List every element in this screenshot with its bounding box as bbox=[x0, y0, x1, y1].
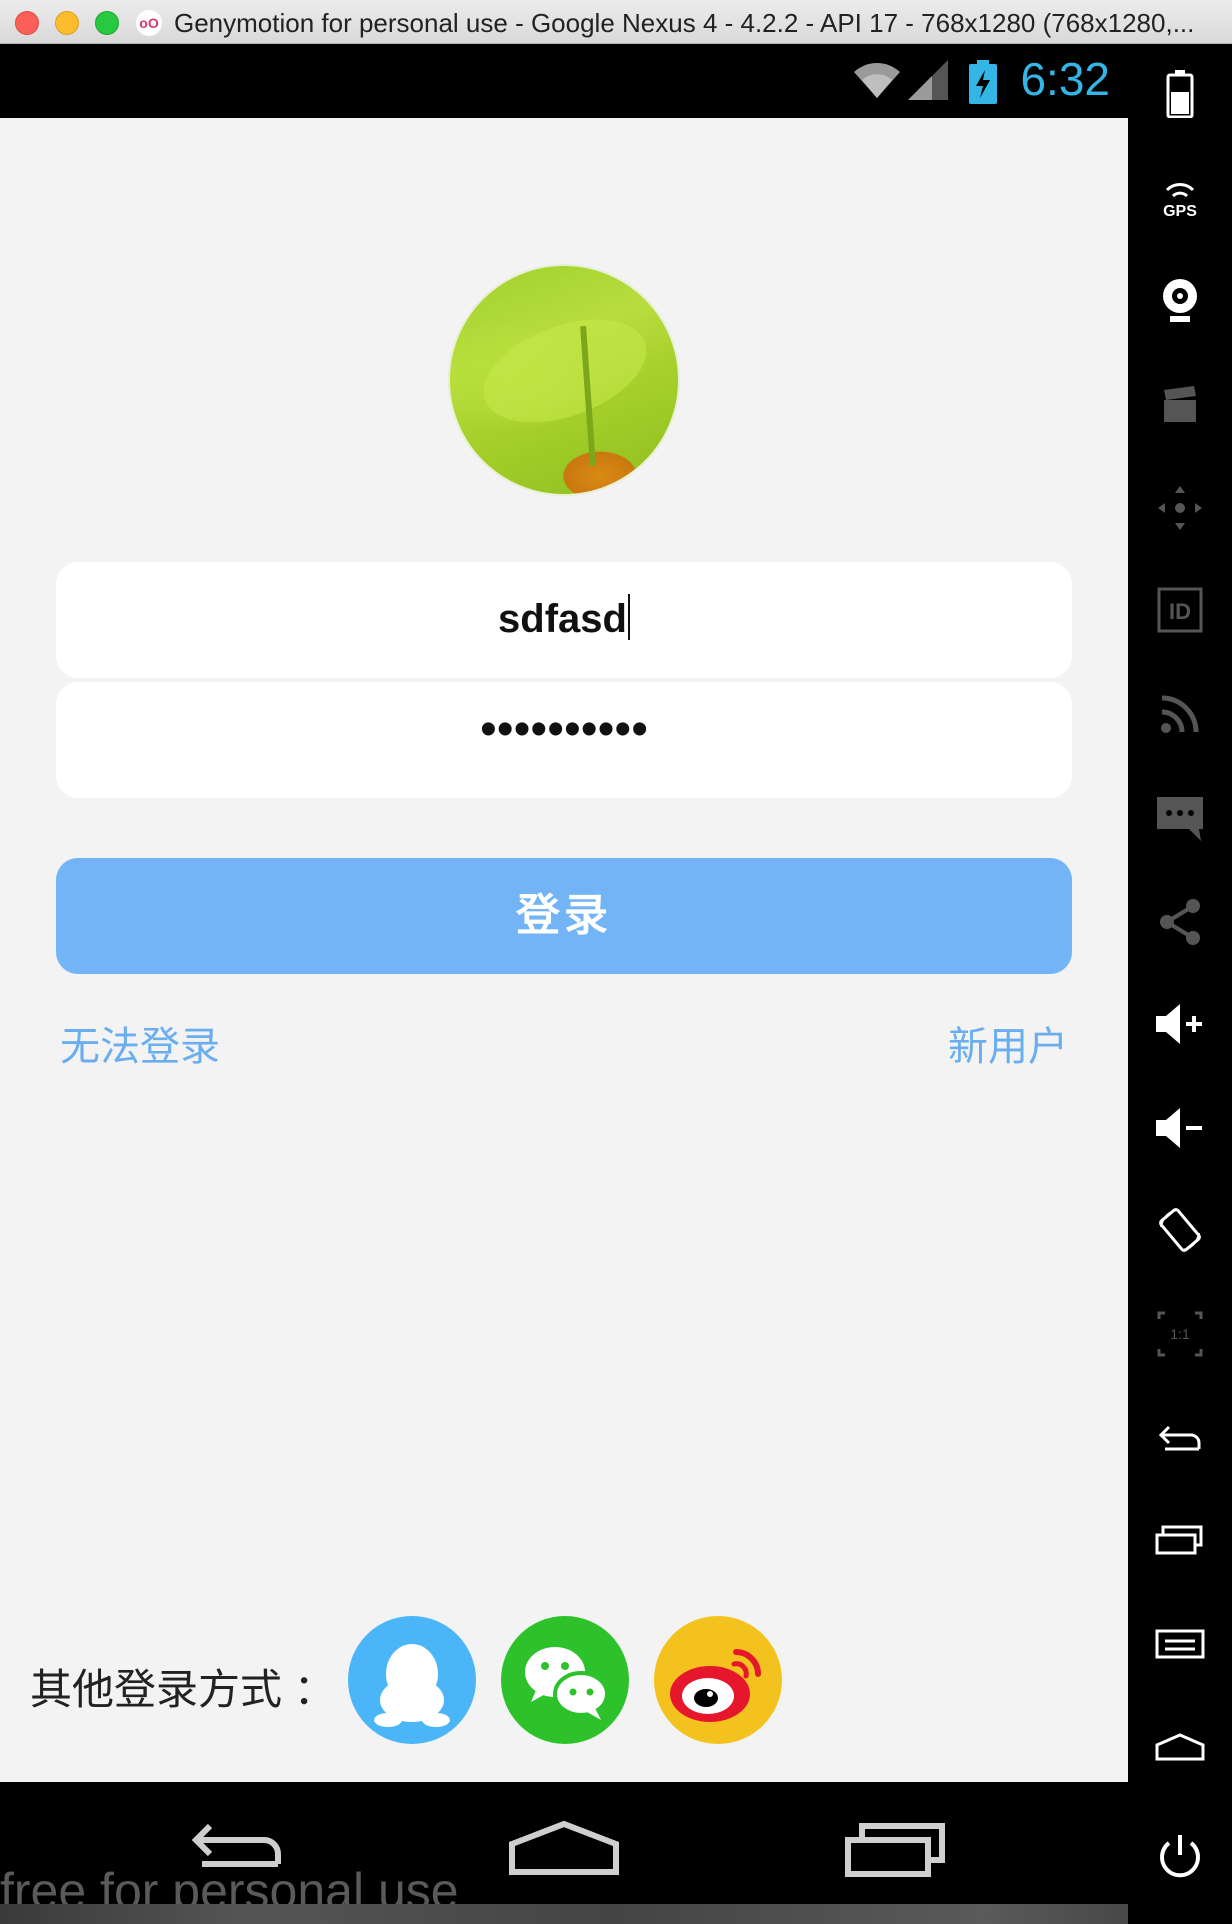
text-caret bbox=[627, 594, 630, 640]
username-field[interactable]: sdfasd bbox=[56, 562, 1072, 678]
share-icon[interactable] bbox=[1150, 892, 1210, 952]
capture-icon[interactable] bbox=[1150, 374, 1210, 434]
password-field[interactable]: •••••••••• bbox=[56, 682, 1072, 798]
wechat-icon bbox=[525, 1647, 609, 1720]
login-screen: sdfasd •••••••••• 登录 无法登录 新用户 其他登录方式 ： bbox=[0, 118, 1128, 1782]
qq-penguin-icon bbox=[374, 1644, 450, 1727]
menu-icon[interactable] bbox=[1150, 1614, 1210, 1674]
username-value-container: sdfasd bbox=[56, 594, 1072, 642]
recent-apps-nav-icon[interactable] bbox=[844, 1820, 948, 1880]
password-value: •••••••••• bbox=[479, 703, 649, 756]
rotate-icon[interactable] bbox=[1150, 1200, 1210, 1260]
weibo-login-button[interactable] bbox=[654, 1616, 782, 1744]
sms-icon[interactable] bbox=[1150, 788, 1210, 848]
login-button[interactable]: 登录 bbox=[56, 858, 1072, 974]
back-icon[interactable] bbox=[1150, 1408, 1210, 1468]
battery-charging-icon bbox=[969, 60, 997, 104]
id-icon[interactable]: ID bbox=[1150, 580, 1210, 640]
android-status-bar: 6:32 bbox=[0, 44, 1128, 118]
svg-text:GPS: GPS bbox=[1163, 203, 1197, 218]
home-icon[interactable] bbox=[1150, 1716, 1210, 1776]
genymotion-logo-icon: oO bbox=[136, 10, 162, 36]
svg-text:1:1: 1:1 bbox=[1170, 1326, 1190, 1342]
home-nav-icon[interactable] bbox=[508, 1820, 620, 1880]
svg-text:ID: ID bbox=[1169, 599, 1191, 624]
register-link[interactable]: 新用户 bbox=[948, 1014, 1068, 1072]
gps-icon[interactable]: GPS bbox=[1150, 166, 1210, 226]
dpad-icon[interactable] bbox=[1150, 478, 1210, 538]
power-icon[interactable] bbox=[1150, 1826, 1210, 1886]
wifi-icon bbox=[854, 63, 900, 98]
username-value: sdfasd bbox=[498, 597, 627, 641]
battery-icon[interactable] bbox=[1150, 64, 1210, 124]
network-icon[interactable] bbox=[1150, 684, 1210, 744]
other-login-methods-label: 其他登录方式 ： bbox=[30, 1666, 336, 1713]
weibo-icon bbox=[670, 1649, 761, 1722]
minimize-window-button[interactable] bbox=[55, 11, 79, 35]
wechat-login-button[interactable] bbox=[501, 1616, 629, 1744]
mac-dock-strip bbox=[0, 1904, 1232, 1924]
window-title: Genymotion for personal use - Google Nex… bbox=[174, 8, 1195, 38]
genymotion-toolbar: GPS ID 1:1 bbox=[1128, 44, 1232, 1924]
recent-apps-icon[interactable] bbox=[1150, 1510, 1210, 1570]
signal-icon bbox=[908, 60, 948, 100]
close-window-button[interactable] bbox=[15, 11, 39, 35]
zoom-window-button[interactable] bbox=[95, 11, 119, 35]
webcam-icon[interactable] bbox=[1150, 270, 1210, 330]
user-avatar[interactable] bbox=[448, 264, 680, 496]
volume-down-icon[interactable] bbox=[1150, 1098, 1210, 1158]
volume-up-icon[interactable] bbox=[1150, 994, 1210, 1054]
forgot-login-link[interactable]: 无法登录 bbox=[60, 1014, 220, 1072]
avatar-leaf-shape bbox=[469, 299, 661, 443]
pixel-perfect-icon[interactable]: 1:1 bbox=[1150, 1304, 1210, 1364]
status-time: 6:32 bbox=[1020, 53, 1110, 105]
window-titlebar: oO Genymotion for personal use - Google … bbox=[0, 0, 1232, 44]
qq-login-button[interactable] bbox=[348, 1616, 476, 1744]
